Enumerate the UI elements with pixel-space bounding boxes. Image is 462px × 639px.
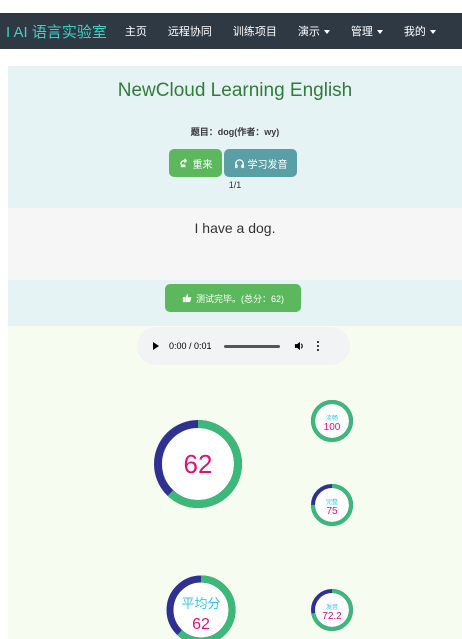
- page-title: NewCloud Learning English: [117, 80, 353, 101]
- thumbs-up-icon: [182, 293, 192, 303]
- nav-item-demo[interactable]: 演示: [298, 23, 330, 39]
- pronunciation-label: 发音: [326, 603, 338, 611]
- completeness-label: 完整: [326, 498, 338, 506]
- subject-label: 题目：dog(作者：wy): [190, 127, 280, 137]
- score-panel: 0:00 / 0:01 62 流畅 100 完整 75 平均分 62 发音 72.2: [8, 326, 462, 639]
- nav-item-home[interactable]: 主页: [125, 23, 147, 39]
- pronunciation-score: 72.2: [322, 611, 342, 622]
- nav-menu: 主页 远程协同 训练项目 演示 管理 我的: [125, 23, 457, 39]
- average-label: 平均分: [181, 596, 220, 611]
- chevron-down-icon: [376, 30, 383, 35]
- brand-title[interactable]: I AI 语言实验室: [6, 21, 107, 42]
- progress-counter: 1/1: [228, 180, 242, 190]
- fluency-label: 流畅: [326, 414, 338, 422]
- score-rings: 62 流畅100 完整75 平均分 62 发音72.2: [154, 400, 353, 639]
- completeness-score: 75: [326, 506, 338, 517]
- sentence-panel: I have a dog.: [8, 208, 462, 280]
- nav-item-remote[interactable]: 远程协同: [168, 23, 212, 39]
- average-score: 62: [192, 616, 210, 633]
- total-score: 62: [184, 449, 213, 479]
- headphones-icon: [234, 158, 244, 168]
- lesson-header: NewCloud Learning English 题目：dog(作者：wy) …: [8, 66, 462, 208]
- nav-item-mine[interactable]: 我的: [404, 23, 436, 39]
- test-complete-button[interactable]: 测试完毕。(总分：62): [165, 284, 301, 312]
- chevron-down-icon: [323, 30, 330, 35]
- chevron-down-icon: [429, 30, 436, 35]
- result-panel: 测试完毕。(总分：62): [8, 280, 462, 326]
- nav-item-manage[interactable]: 管理: [351, 23, 383, 39]
- retry-hand-icon: [179, 157, 187, 167]
- fluency-score: 100: [324, 422, 341, 433]
- navbar: I AI 语言实验室 主页 远程协同 训练项目 演示 管理 我的: [0, 13, 462, 49]
- retry-button[interactable]: 重来: [169, 149, 222, 177]
- practice-sentence: I have a dog.: [194, 220, 276, 236]
- nav-item-training[interactable]: 训练项目: [233, 23, 277, 39]
- learn-pronunciation-button[interactable]: 学习发音: [224, 149, 297, 177]
